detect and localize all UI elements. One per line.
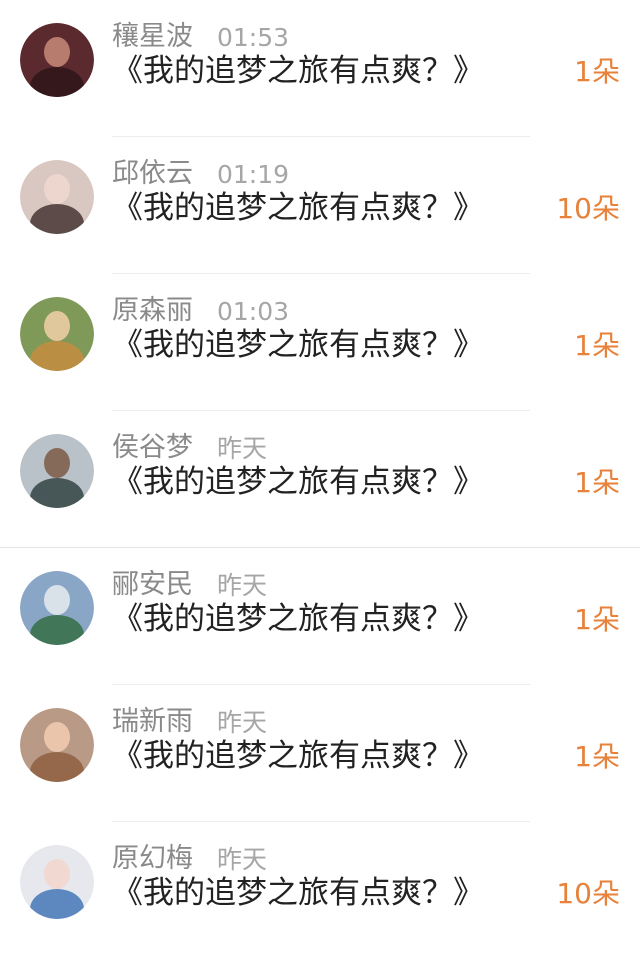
post-title-link[interactable]: 《我的追梦之旅有点爽？》 [112, 187, 484, 229]
message-row[interactable]: 瑞新雨 昨天 《我的追梦之旅有点爽？》 1朵 [0, 685, 640, 822]
avatar-face [44, 37, 70, 67]
message-row[interactable]: 侯谷梦 昨天 《我的追梦之旅有点爽？》 1朵 [0, 411, 640, 548]
flower-count: 1朵 [574, 55, 620, 88]
post-title-link[interactable]: 《我的追梦之旅有点爽？》 [112, 735, 484, 777]
post-title-link[interactable]: 《我的追梦之旅有点爽？》 [112, 324, 484, 366]
avatar-icon[interactable] [20, 160, 94, 234]
avatar-face [44, 448, 70, 478]
flower-count: 1朵 [574, 466, 620, 499]
avatar-icon[interactable] [20, 297, 94, 371]
message-list: 穰星波 01:53 《我的追梦之旅有点爽？》 1朵 邱依云 01:19 《我的追… [0, 0, 640, 947]
avatar-icon[interactable] [20, 434, 94, 508]
avatar-icon[interactable] [20, 571, 94, 645]
avatar-face [44, 585, 70, 615]
post-title-link[interactable]: 《我的追梦之旅有点爽？》 [112, 598, 484, 640]
avatar-face [44, 311, 70, 341]
avatar-icon[interactable] [20, 708, 94, 782]
flower-count: 1朵 [574, 603, 620, 636]
avatar-icon[interactable] [20, 845, 94, 919]
avatar-face [44, 722, 70, 752]
flower-count: 1朵 [574, 740, 620, 773]
message-row[interactable]: 原幻梅 昨天 《我的追梦之旅有点爽？》 10朵 [0, 822, 640, 959]
flower-count: 10朵 [556, 877, 620, 910]
post-title-link[interactable]: 《我的追梦之旅有点爽？》 [112, 50, 484, 92]
post-title-link[interactable]: 《我的追梦之旅有点爽？》 [112, 461, 484, 503]
flower-count: 1朵 [574, 329, 620, 362]
avatar-icon[interactable] [20, 23, 94, 97]
flower-count: 10朵 [556, 192, 620, 225]
avatar-face [44, 174, 70, 204]
message-row[interactable]: 穰星波 01:53 《我的追梦之旅有点爽？》 1朵 [0, 0, 640, 137]
message-row[interactable]: 原森丽 01:03 《我的追梦之旅有点爽？》 1朵 [0, 274, 640, 411]
post-title-link[interactable]: 《我的追梦之旅有点爽？》 [112, 872, 484, 914]
message-row[interactable]: 邱依云 01:19 《我的追梦之旅有点爽？》 10朵 [0, 137, 640, 274]
message-row[interactable]: 郦安民 昨天 《我的追梦之旅有点爽？》 1朵 [0, 548, 640, 685]
avatar-face [44, 859, 70, 889]
